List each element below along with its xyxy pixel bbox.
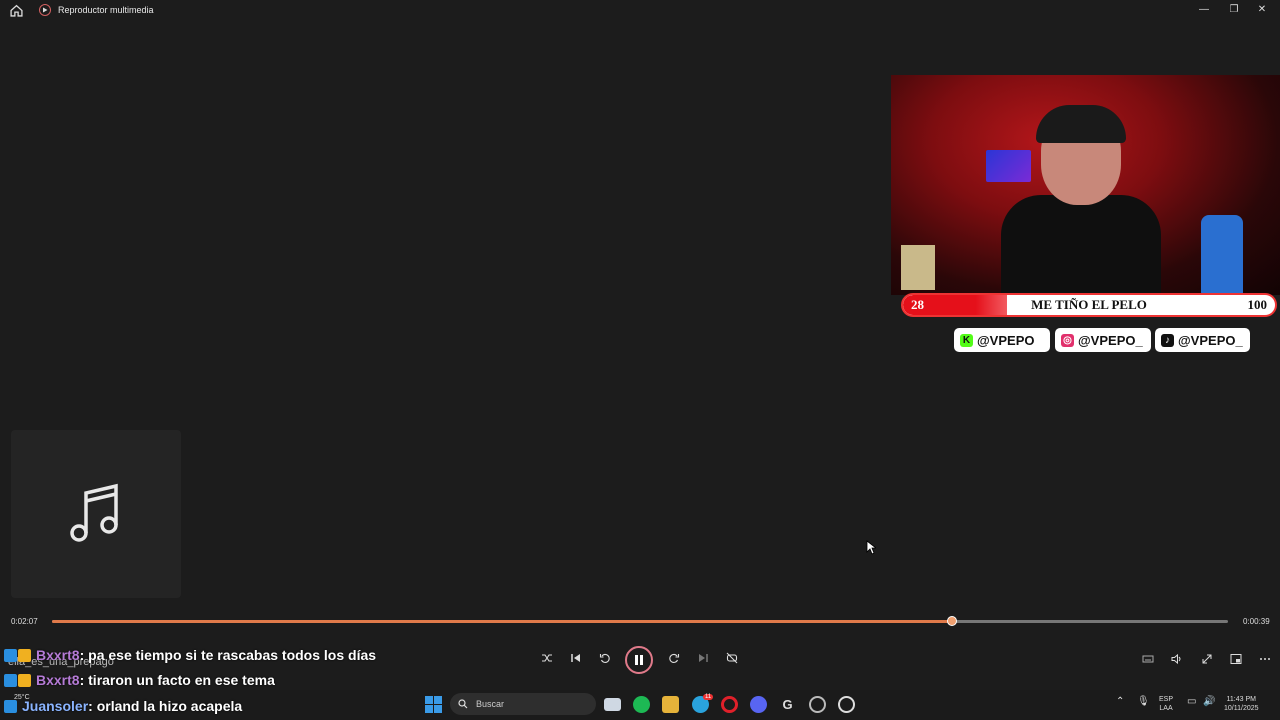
pause-icon xyxy=(635,655,643,665)
task-view-icon[interactable] xyxy=(604,698,621,711)
kick-icon: K xyxy=(960,333,973,347)
fullscreen-icon[interactable] xyxy=(1200,653,1214,667)
opera-icon[interactable] xyxy=(721,696,738,713)
chat-message: : tiraron un facto en ese tema xyxy=(79,672,275,688)
speaker-icon[interactable]: 🔊 xyxy=(1203,697,1215,707)
seek-bar-thumb[interactable] xyxy=(946,616,957,626)
transport-controls xyxy=(536,646,746,674)
subtitles-icon[interactable] xyxy=(1141,653,1155,667)
streamer-cap xyxy=(1036,105,1126,143)
chat-username: Juansoler xyxy=(22,698,89,714)
clock-time: 11:43 PM xyxy=(1226,696,1256,703)
sub-badge-icon xyxy=(4,648,17,662)
spotify-icon[interactable] xyxy=(633,696,650,713)
chat-username: Bxxrt8 xyxy=(36,672,80,688)
music-note-icon xyxy=(70,483,118,542)
windows-start-icon[interactable] xyxy=(425,696,442,713)
home-icon[interactable] xyxy=(10,4,23,17)
mouse-cursor-icon xyxy=(866,540,876,555)
social-handle: @VPEPO_ xyxy=(1078,332,1143,348)
keyboard-layout: LAA xyxy=(1159,705,1173,712)
language-indicator[interactable]: ESP LAA xyxy=(1159,695,1173,713)
more-options-icon[interactable] xyxy=(1258,653,1272,667)
goal-progress-bar: 28 ME TIÑO EL PELO 100 xyxy=(901,293,1277,317)
chat-message: : orland la hizo acapela xyxy=(88,698,243,714)
tiktok-icon: ♪ xyxy=(1161,333,1174,347)
repeat-off-icon[interactable] xyxy=(724,652,740,668)
rewind-10-icon[interactable] xyxy=(597,652,613,668)
microphone-icon[interactable]: 🎙 xyxy=(1137,697,1150,707)
social-kick: K @VPEPO xyxy=(954,328,1050,352)
streamer-body xyxy=(1001,195,1161,295)
album-art-placeholder xyxy=(11,430,181,598)
crown-badge-icon xyxy=(18,648,31,662)
minimize-button[interactable]: — xyxy=(1197,3,1211,17)
network-icon[interactable]: ▭ xyxy=(1187,697,1196,707)
app-g-icon[interactable]: G xyxy=(779,696,796,713)
title-bar: Reproductor multimedia — ❐ ✕ xyxy=(0,0,1280,22)
elapsed-time: 0:02:07 xyxy=(11,617,38,626)
chat-message: : pa ese tiempo si te rascabas todos los… xyxy=(79,647,377,663)
forward-30-icon[interactable] xyxy=(666,652,682,668)
webcam-video xyxy=(891,75,1280,295)
goal-label: ME TIÑO EL PELO xyxy=(1031,297,1147,312)
chat-line: Juansoler : orland la hizo acapela xyxy=(0,697,242,715)
search-icon xyxy=(458,699,468,709)
seek-bar[interactable] xyxy=(52,616,1228,626)
obs-icon[interactable] xyxy=(809,696,826,713)
chat-line: Bxxrt8 : pa ese tiempo si te rascabas to… xyxy=(0,646,376,664)
window-title: Reproductor multimedia xyxy=(58,5,154,15)
pause-button[interactable] xyxy=(625,646,653,674)
media-player-app-icon xyxy=(39,4,51,16)
discord-icon[interactable] xyxy=(750,696,767,713)
sub-badge-icon xyxy=(4,699,17,713)
media-player-taskbar-icon[interactable] xyxy=(838,696,855,713)
social-instagram: ◎ @VPEPO_ xyxy=(1055,328,1151,352)
clock-date: 10/11/2025 xyxy=(1224,705,1259,712)
telegram-badge: 11 xyxy=(703,694,714,700)
file-explorer-icon[interactable] xyxy=(662,696,679,713)
book-prop xyxy=(901,245,935,290)
social-tiktok: ♪ @VPEPO_ xyxy=(1155,328,1250,352)
social-handle: @VPEPO xyxy=(977,332,1035,348)
seek-bar-played xyxy=(52,620,952,623)
remaining-time: 0:00:39 xyxy=(1243,617,1270,626)
clock[interactable]: 11:43 PM 10/11/2025 xyxy=(1224,695,1259,713)
mini-player-icon[interactable] xyxy=(1229,653,1243,667)
restore-button[interactable]: ❐ xyxy=(1227,3,1241,17)
background-monitor xyxy=(986,150,1031,182)
sub-badge-icon xyxy=(4,673,17,687)
close-button[interactable]: ✕ xyxy=(1255,3,1269,17)
instagram-icon: ◎ xyxy=(1061,333,1074,347)
volume-icon[interactable] xyxy=(1170,653,1184,667)
previous-icon[interactable] xyxy=(568,652,584,668)
goal-max: 100 xyxy=(1247,297,1268,312)
taskbar-search[interactable]: Buscar xyxy=(450,693,596,715)
water-bottle xyxy=(1201,215,1243,295)
shuffle-icon[interactable] xyxy=(539,652,555,668)
chat-username: Bxxrt8 xyxy=(36,647,80,663)
crown-badge-icon xyxy=(18,673,31,687)
language-code: ESP xyxy=(1159,696,1174,703)
tray-overflow-icon[interactable]: ⌃ xyxy=(1116,697,1124,707)
social-handle: @VPEPO_ xyxy=(1178,332,1243,348)
search-placeholder: Buscar xyxy=(476,699,505,709)
next-icon[interactable] xyxy=(695,652,711,668)
chat-line: Bxxrt8 : tiraron un facto en ese tema xyxy=(0,671,275,689)
